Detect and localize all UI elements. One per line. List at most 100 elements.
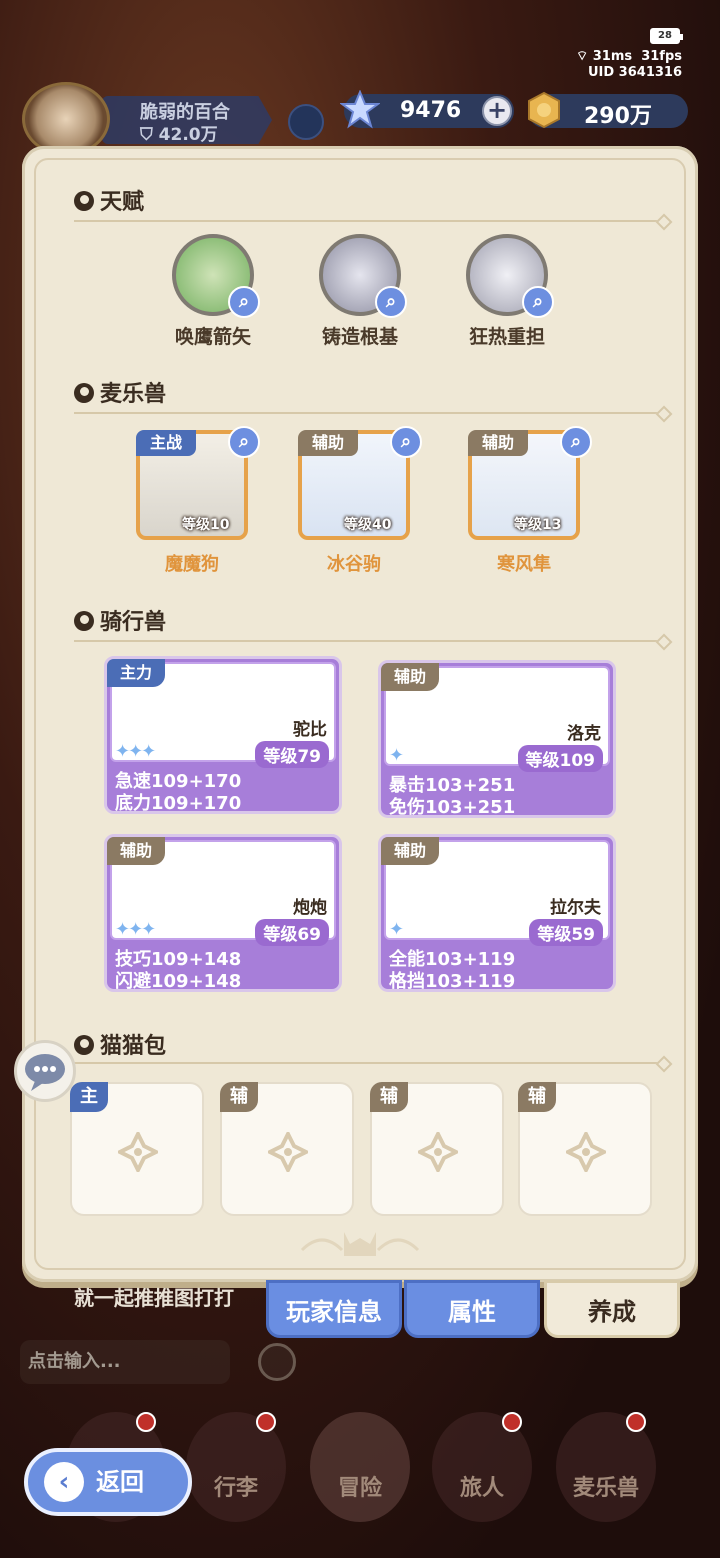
gold-value: 290万 <box>584 104 652 129</box>
divider <box>74 640 664 642</box>
search-icon[interactable]: ⌕ <box>522 286 554 318</box>
catbag-slot[interactable]: 辅 <box>370 1082 504 1216</box>
back-label: 返回 <box>96 1468 144 1496</box>
mount-level: 等级109 <box>517 745 603 772</box>
mount-stat: 底力109+170 <box>115 793 242 814</box>
star-icon: ✦ <box>389 919 404 940</box>
divider <box>74 412 664 414</box>
catbag-tag: 辅 <box>220 1082 258 1112</box>
tab-player-info[interactable]: 玩家信息 <box>266 1280 402 1338</box>
network-readout: ⌔ 31ms 31fps <box>576 48 682 64</box>
section-talents: 天赋 <box>74 184 144 216</box>
empty-slot-icon <box>566 1132 606 1172</box>
pet-level: 等级10 <box>182 517 230 533</box>
pet-card[interactable]: 辅助 ⌕ 等级40 冰谷驹 <box>294 426 422 576</box>
catbag-slot[interactable]: 主 <box>70 1082 204 1216</box>
pet-name: 寒风隼 <box>497 554 551 575</box>
section-title-catbag: 猫猫包 <box>100 1034 167 1059</box>
gem-currency: 9476 + <box>340 90 514 129</box>
player-card[interactable]: 脆弱的百合 ⛉ 42.0万 <box>10 82 272 156</box>
search-icon[interactable]: ⌕ <box>375 286 407 318</box>
ping-value: 31ms <box>592 49 633 64</box>
cat-ornament-icon <box>300 1232 420 1256</box>
mount-role: 主力 <box>107 659 165 687</box>
search-icon[interactable]: ⌕ <box>228 426 260 458</box>
mount-name: 驼比 <box>293 720 327 740</box>
pet-role: 辅助 <box>298 430 358 456</box>
mount-stat: 闪避109+148 <box>115 971 242 992</box>
section-catbag: 猫猫包 <box>74 1028 166 1060</box>
emoji-icon[interactable] <box>258 1343 296 1381</box>
nav-adventure[interactable]: 冒险 <box>310 1412 410 1522</box>
chat-input[interactable]: 点击输入... <box>20 1340 230 1384</box>
mount-card[interactable]: 辅助 洛克 ✦ 等级109 暴击103+251 免伤103+251 <box>378 660 616 818</box>
section-mounts: 骑行兽 <box>74 604 166 636</box>
section-pets: 麦乐兽 <box>74 376 166 408</box>
catbag-slot[interactable]: 辅 <box>518 1082 652 1216</box>
pet-card[interactable]: 主战 ⌕ 等级10 魔魔狗 <box>132 426 260 576</box>
mount-level: 等级69 <box>255 919 329 946</box>
chat-bubble-button[interactable] <box>14 1040 76 1102</box>
talent-item[interactable]: ⌕ 狂热重担 <box>452 234 562 349</box>
divider <box>74 220 664 222</box>
mount-level: 等级79 <box>255 741 329 768</box>
battery-icon: 28 <box>650 28 683 44</box>
pet-portrait: 辅助 ⌕ 等级13 <box>468 426 592 540</box>
empty-slot-icon <box>268 1132 308 1172</box>
search-icon[interactable]: ⌕ <box>228 286 260 318</box>
status-bar: 28 ⌔ 31ms 31fps UID 3641316 <box>522 26 683 86</box>
pet-level: 等级40 <box>344 517 392 533</box>
wifi-icon: ⌔ <box>576 49 589 64</box>
talent-label: 狂热重担 <box>468 326 545 348</box>
talent-item[interactable]: ⌕ 铸造根基 <box>305 234 415 349</box>
add-gems-button[interactable]: + <box>482 96 512 126</box>
search-icon[interactable]: ⌕ <box>390 426 422 458</box>
mount-role: 辅助 <box>381 663 439 691</box>
catbag-tag: 辅 <box>518 1082 556 1112</box>
star-icon: ✦ <box>389 745 404 766</box>
section-icon <box>74 383 94 403</box>
nav-bag[interactable]: 行李 <box>186 1412 286 1522</box>
eye-shield-icon: ⌕ <box>466 234 554 318</box>
fps-value: 31fps <box>641 49 682 64</box>
star-icon: ✦✦✦ <box>115 741 156 762</box>
mount-name: 拉尔夫 <box>550 898 601 918</box>
section-icon <box>74 611 94 631</box>
mount-card[interactable]: 主力 驼比 ✦✦✦ 等级79 急速109+170 底力109+170 <box>104 656 342 814</box>
section-icon <box>74 191 94 211</box>
nav-label: 旅人 <box>459 1476 504 1501</box>
nav-pets[interactable]: 麦乐兽 <box>556 1412 656 1522</box>
empty-slot-icon <box>418 1132 458 1172</box>
talent-item[interactable]: ⌕ 唤鹰箭矢 <box>158 234 268 349</box>
notification-dot <box>256 1412 276 1432</box>
pet-role: 主战 <box>136 430 196 456</box>
pet-role: 辅助 <box>468 430 528 456</box>
notification-dot <box>626 1412 646 1432</box>
tab-attributes[interactable]: 属性 <box>404 1280 540 1338</box>
tab-growth[interactable]: 养成 <box>544 1280 680 1338</box>
nav-traveler[interactable]: 旅人 <box>432 1412 532 1522</box>
helmet-icon[interactable] <box>288 104 324 140</box>
gold-coin-icon <box>528 91 560 129</box>
uid-value: UID 3641316 <box>587 65 682 80</box>
nav-label: 麦乐兽 <box>572 1476 639 1501</box>
gem-value: 9476 <box>400 98 462 123</box>
pet-portrait: 主战 ⌕ 等级10 <box>136 426 260 540</box>
star-icon: ✦✦✦ <box>115 919 156 940</box>
mount-card[interactable]: 辅助 拉尔夫 ✦ 等级59 全能103+119 格挡103+119 <box>378 834 616 992</box>
avatar[interactable] <box>22 82 110 156</box>
catbag-slot[interactable]: 辅 <box>220 1082 354 1216</box>
search-icon[interactable]: ⌕ <box>560 426 592 458</box>
divider <box>74 1062 664 1064</box>
pet-name: 魔魔狗 <box>165 554 219 575</box>
empty-slot-icon <box>118 1132 158 1172</box>
pet-card[interactable]: 辅助 ⌕ 等级13 寒风隼 <box>464 426 592 576</box>
back-button[interactable]: ‹ 返回 <box>24 1448 192 1516</box>
catbag-tag: 辅 <box>370 1082 408 1112</box>
eagle-arrow-icon: ⌕ <box>172 234 260 318</box>
mount-level: 等级59 <box>529 919 603 946</box>
mount-role: 辅助 <box>381 837 439 865</box>
section-icon <box>74 1035 94 1055</box>
mount-role: 辅助 <box>107 837 165 865</box>
mount-card[interactable]: 辅助 炮炮 ✦✦✦ 等级69 技巧109+148 闪避109+148 <box>104 834 342 992</box>
